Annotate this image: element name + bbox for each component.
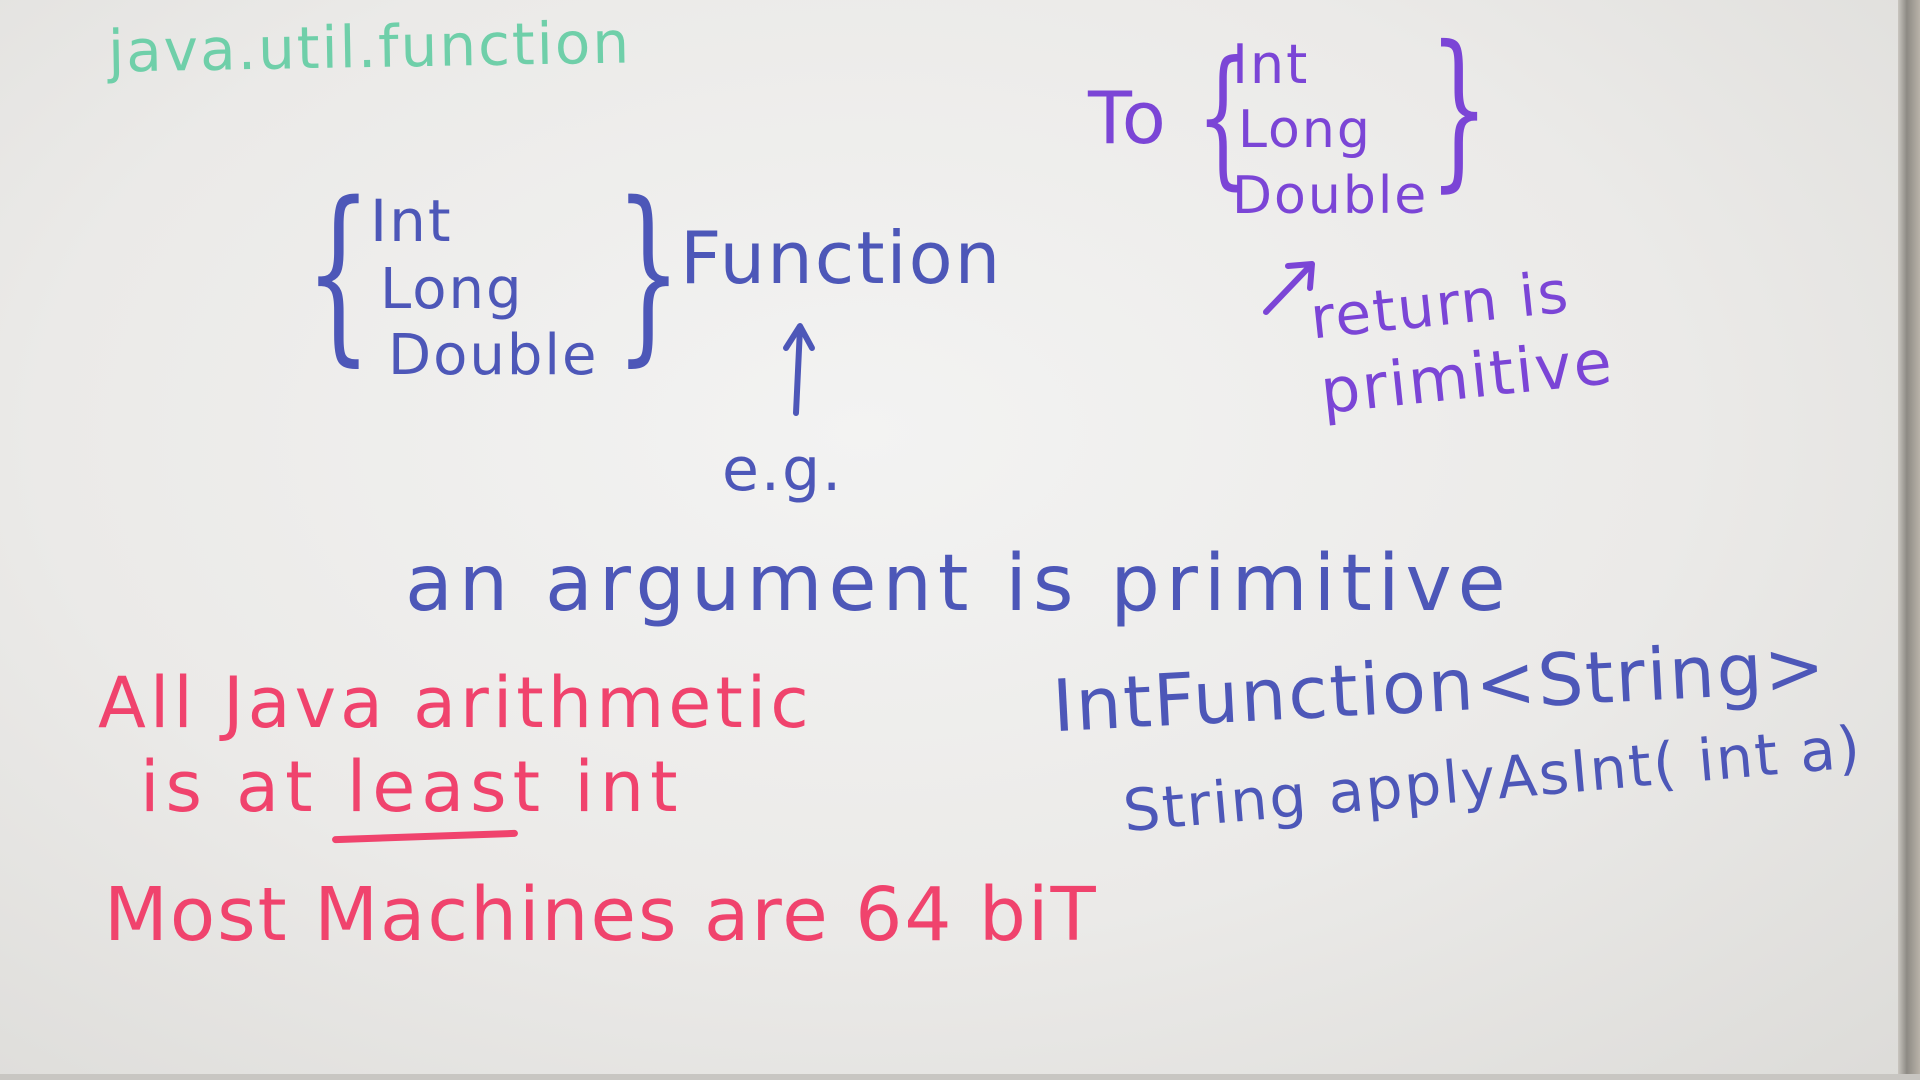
right-close-brace-icon: } bbox=[1429, 10, 1489, 208]
left-open-brace-icon: { bbox=[305, 162, 372, 383]
whiteboard-frame-edge bbox=[1898, 0, 1920, 1080]
prefix-type-double: Double bbox=[388, 323, 599, 388]
prefix-type-int: Int bbox=[370, 187, 453, 255]
up-arrow-icon bbox=[783, 323, 815, 416]
machines-note: Most Machines are 64 biT bbox=[104, 872, 1098, 958]
argument-note: an argument is primitive bbox=[405, 539, 1512, 629]
prefix-type-long: Long bbox=[380, 257, 524, 322]
whiteboard: java.util.function { Int Long Double } F… bbox=[0, 0, 1920, 1080]
to-prefix: To bbox=[1088, 76, 1168, 160]
arithmetic-note-line2: is at least int bbox=[140, 746, 684, 828]
to-type-int: Int bbox=[1232, 33, 1310, 96]
left-close-brace-icon: } bbox=[615, 162, 682, 383]
package-title: java.util.function bbox=[107, 8, 632, 86]
whiteboard-bottom-edge bbox=[0, 1074, 1920, 1080]
arithmetic-note-line1: All Java arithmetic bbox=[98, 662, 813, 744]
least-underline bbox=[331, 829, 519, 844]
to-type-long: Long bbox=[1238, 100, 1372, 160]
eg-label: e.g. bbox=[722, 435, 844, 505]
to-type-double: Double bbox=[1232, 166, 1429, 226]
function-suffix: Function bbox=[680, 216, 1003, 300]
